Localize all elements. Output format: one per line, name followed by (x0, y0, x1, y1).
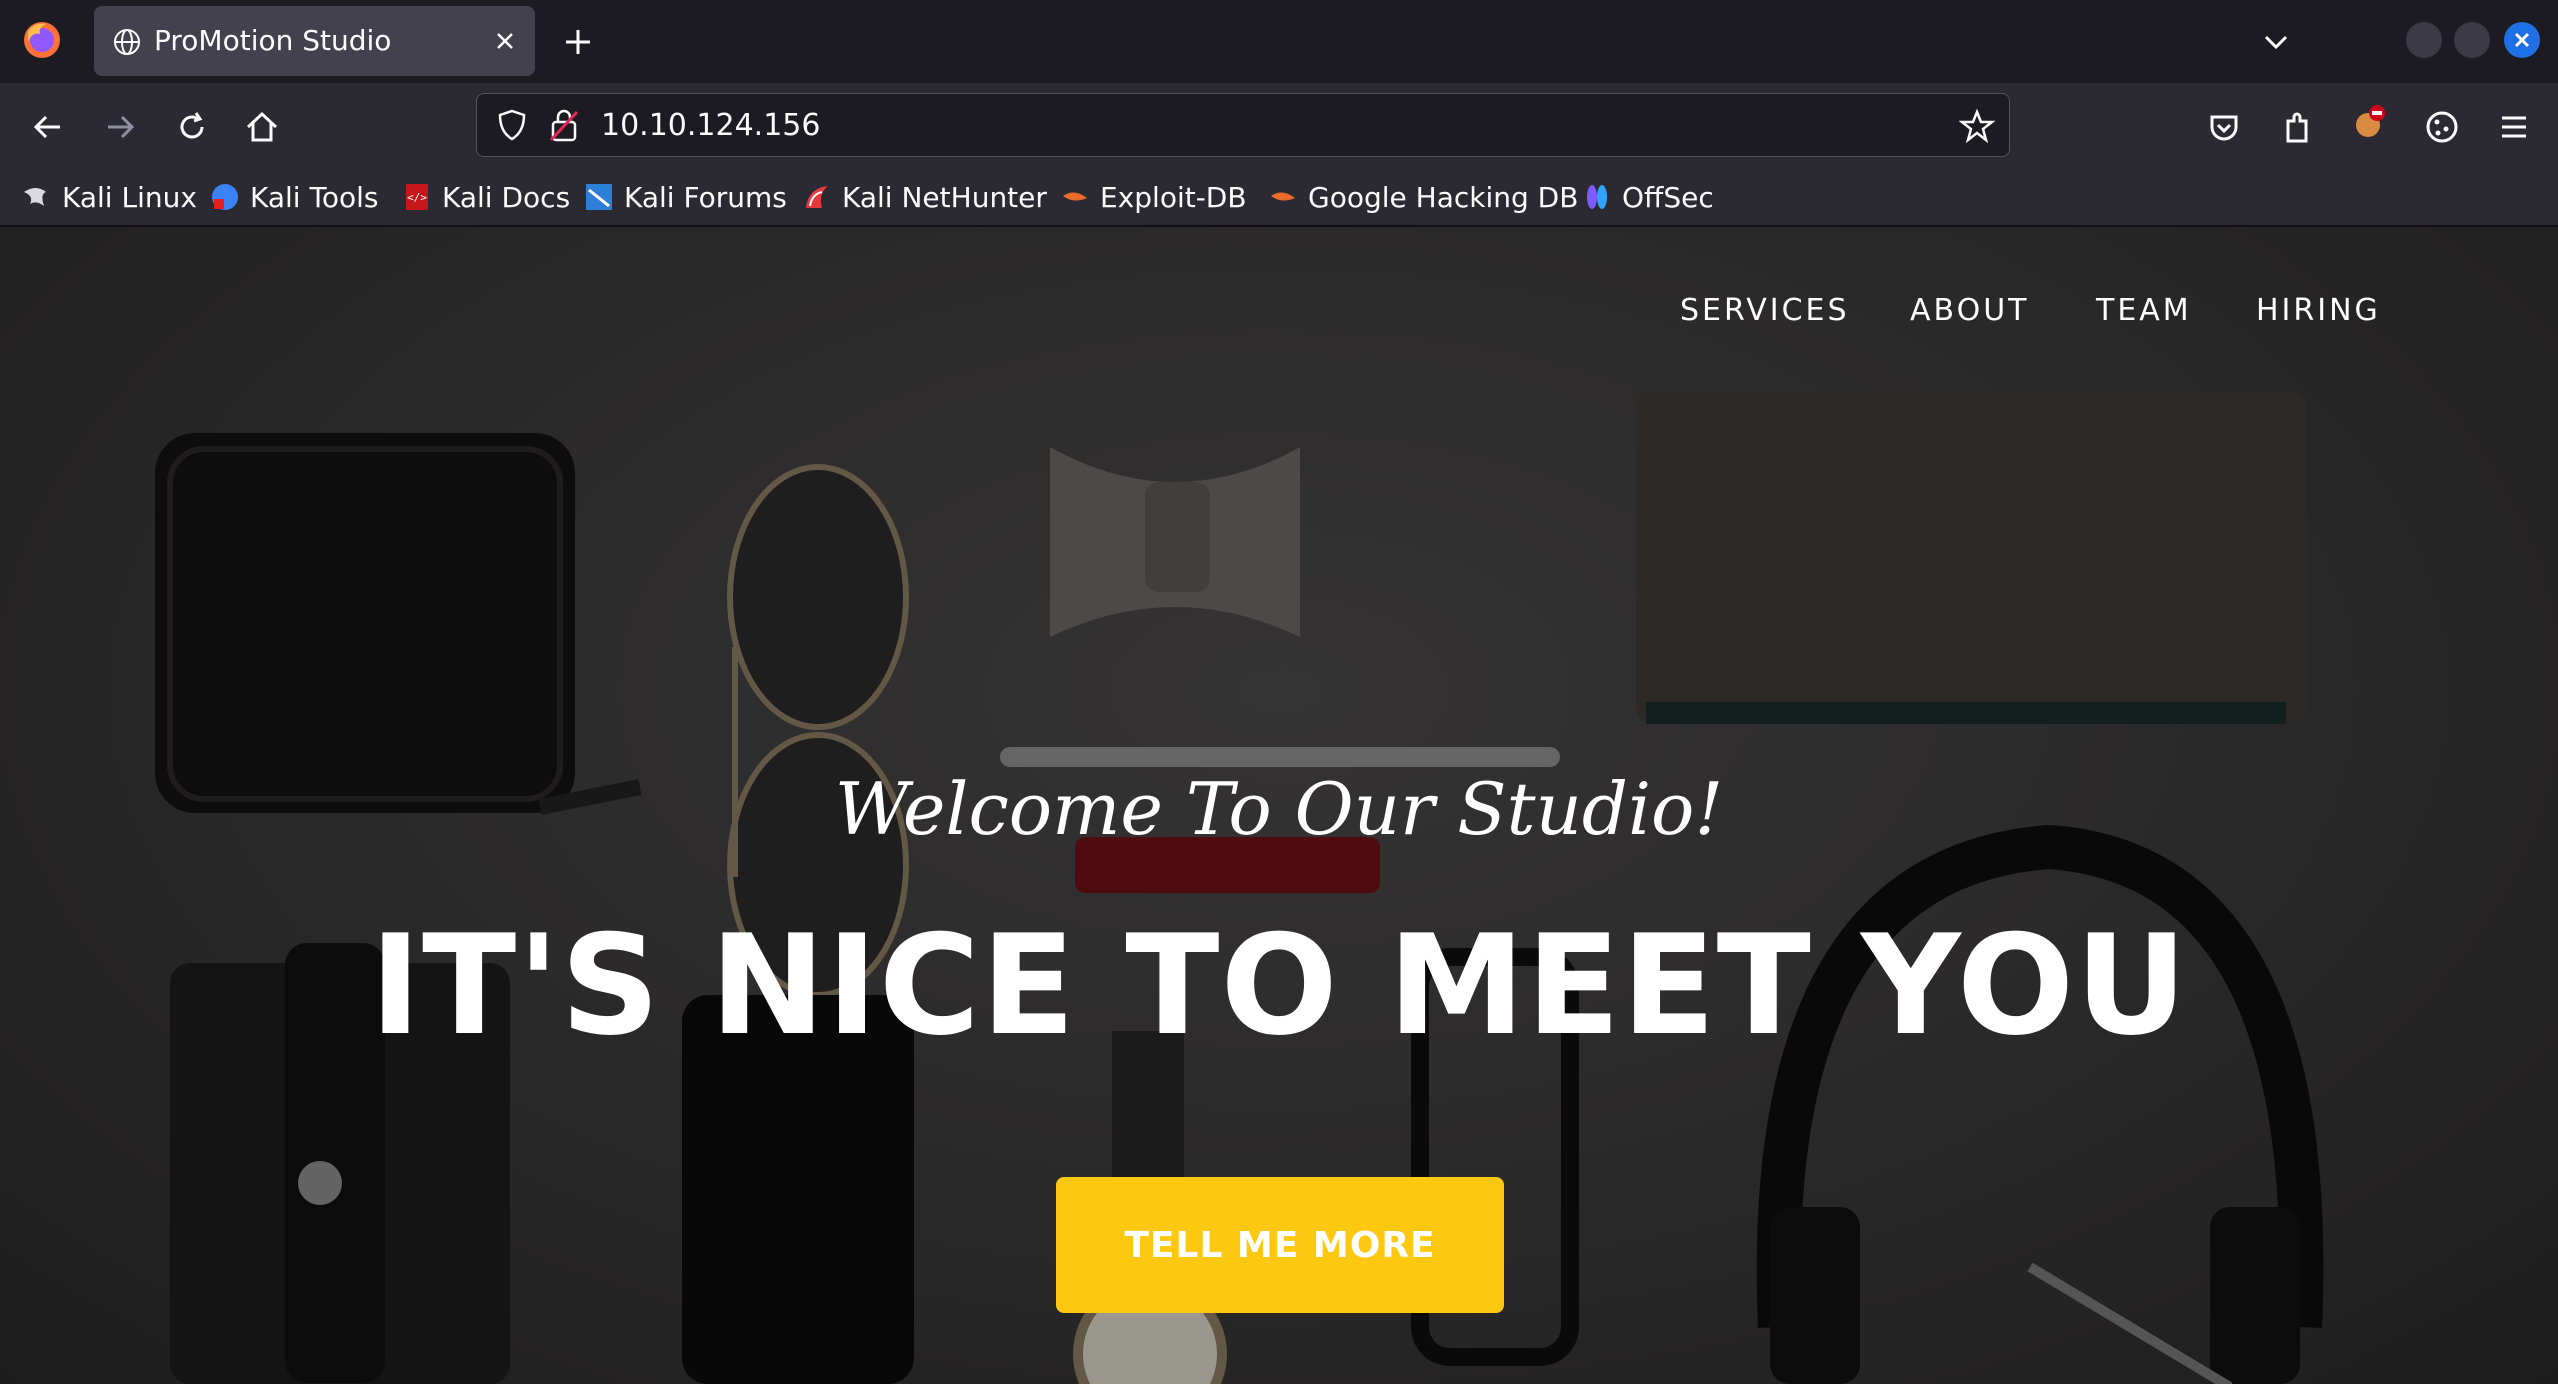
exploit-db-icon (1063, 192, 1087, 201)
bookmark-kali-forums[interactable]: Kali Forums (584, 177, 787, 217)
maximize-button[interactable] (2454, 22, 2490, 58)
bookmark-label: Google Hacking DB (1308, 180, 1579, 214)
offsec-icon (1587, 185, 1607, 209)
extensions-icon[interactable] (2278, 107, 2318, 147)
tab-strip: ProMotion Studio (0, 0, 2558, 83)
globe-icon (114, 29, 140, 55)
bookmark-label: Exploit-DB (1100, 180, 1247, 214)
navigation-toolbar: 10.10.124.156 (0, 83, 2558, 171)
kali-forums-icon (586, 184, 612, 210)
reload-icon[interactable] (172, 107, 212, 147)
address-bar[interactable]: 10.10.124.156 (476, 93, 2010, 157)
bookmark-google-hacking-db[interactable]: Google Hacking DB (1268, 177, 1578, 217)
nav-link-team[interactable]: TEAM (2096, 293, 2192, 328)
minimize-button[interactable] (2406, 22, 2442, 58)
kali-tools-icon (212, 184, 238, 210)
new-tab-icon[interactable] (560, 24, 596, 60)
bookmark-kali-docs[interactable]: </> Kali Docs (402, 177, 570, 217)
active-tab[interactable]: ProMotion Studio (94, 6, 535, 76)
bookmarks-toolbar: Kali Linux Kali Tools </> Kali Docs Kali… (0, 171, 2558, 227)
bookmark-label: OffSec (1622, 180, 1714, 214)
tab-title: ProMotion Studio (154, 24, 392, 57)
insecure-lock-icon[interactable] (547, 106, 581, 144)
tell-me-more-button[interactable]: TELL ME MORE (1056, 1177, 1504, 1313)
bookmark-exploit-db[interactable]: Exploit-DB (1060, 177, 1247, 217)
url-text[interactable]: 10.10.124.156 (601, 108, 820, 143)
bookmark-label: Kali NetHunter (842, 180, 1047, 214)
menu-icon[interactable] (2494, 107, 2534, 147)
back-icon[interactable] (28, 107, 68, 147)
kali-dragon-icon (24, 188, 46, 206)
cookie-icon[interactable] (2422, 107, 2462, 147)
bookmark-star-icon[interactable] (1959, 108, 1995, 144)
forward-icon[interactable] (100, 107, 140, 147)
tracking-protection-shield-icon[interactable] (495, 108, 529, 142)
close-tab-icon[interactable] (490, 26, 520, 56)
hero-subheading: Welcome To Our Studio! (834, 767, 1724, 851)
hero-heading: IT'S NICE TO MEET YOU (369, 905, 2189, 1066)
bookmark-kali-linux[interactable]: Kali Linux (22, 177, 197, 217)
bookmark-label: Kali Forums (624, 180, 787, 214)
bookmark-label: Kali Tools (250, 180, 379, 214)
pocket-icon[interactable] (2204, 107, 2244, 147)
web-page-viewport: SERVICES ABOUT TEAM HIRING Welcome To Ou… (0, 227, 2558, 1384)
nav-link-about[interactable]: ABOUT (1910, 293, 2029, 328)
kali-nethunter-icon (806, 186, 828, 208)
home-icon[interactable] (242, 107, 282, 147)
nav-link-services[interactable]: SERVICES (1680, 293, 1850, 328)
svg-text:</>: </> (407, 191, 427, 204)
kali-docs-icon: </> (406, 184, 428, 210)
close-window-button[interactable] (2504, 22, 2540, 58)
bookmark-offsec[interactable]: OffSec (1582, 177, 1714, 217)
firefox-icon[interactable] (20, 18, 64, 62)
close-icon (2514, 32, 2530, 48)
ghdb-icon (1271, 192, 1295, 201)
bookmark-label: Kali Linux (62, 180, 197, 214)
bookmark-label: Kali Docs (442, 180, 571, 214)
foxyproxy-icon[interactable] (2350, 101, 2390, 141)
bookmark-kali-nethunter[interactable]: Kali NetHunter (802, 177, 1047, 217)
list-all-tabs-icon[interactable] (2258, 24, 2294, 60)
nav-link-hiring[interactable]: HIRING (2256, 293, 2381, 328)
bookmark-kali-tools[interactable]: Kali Tools (210, 177, 378, 217)
